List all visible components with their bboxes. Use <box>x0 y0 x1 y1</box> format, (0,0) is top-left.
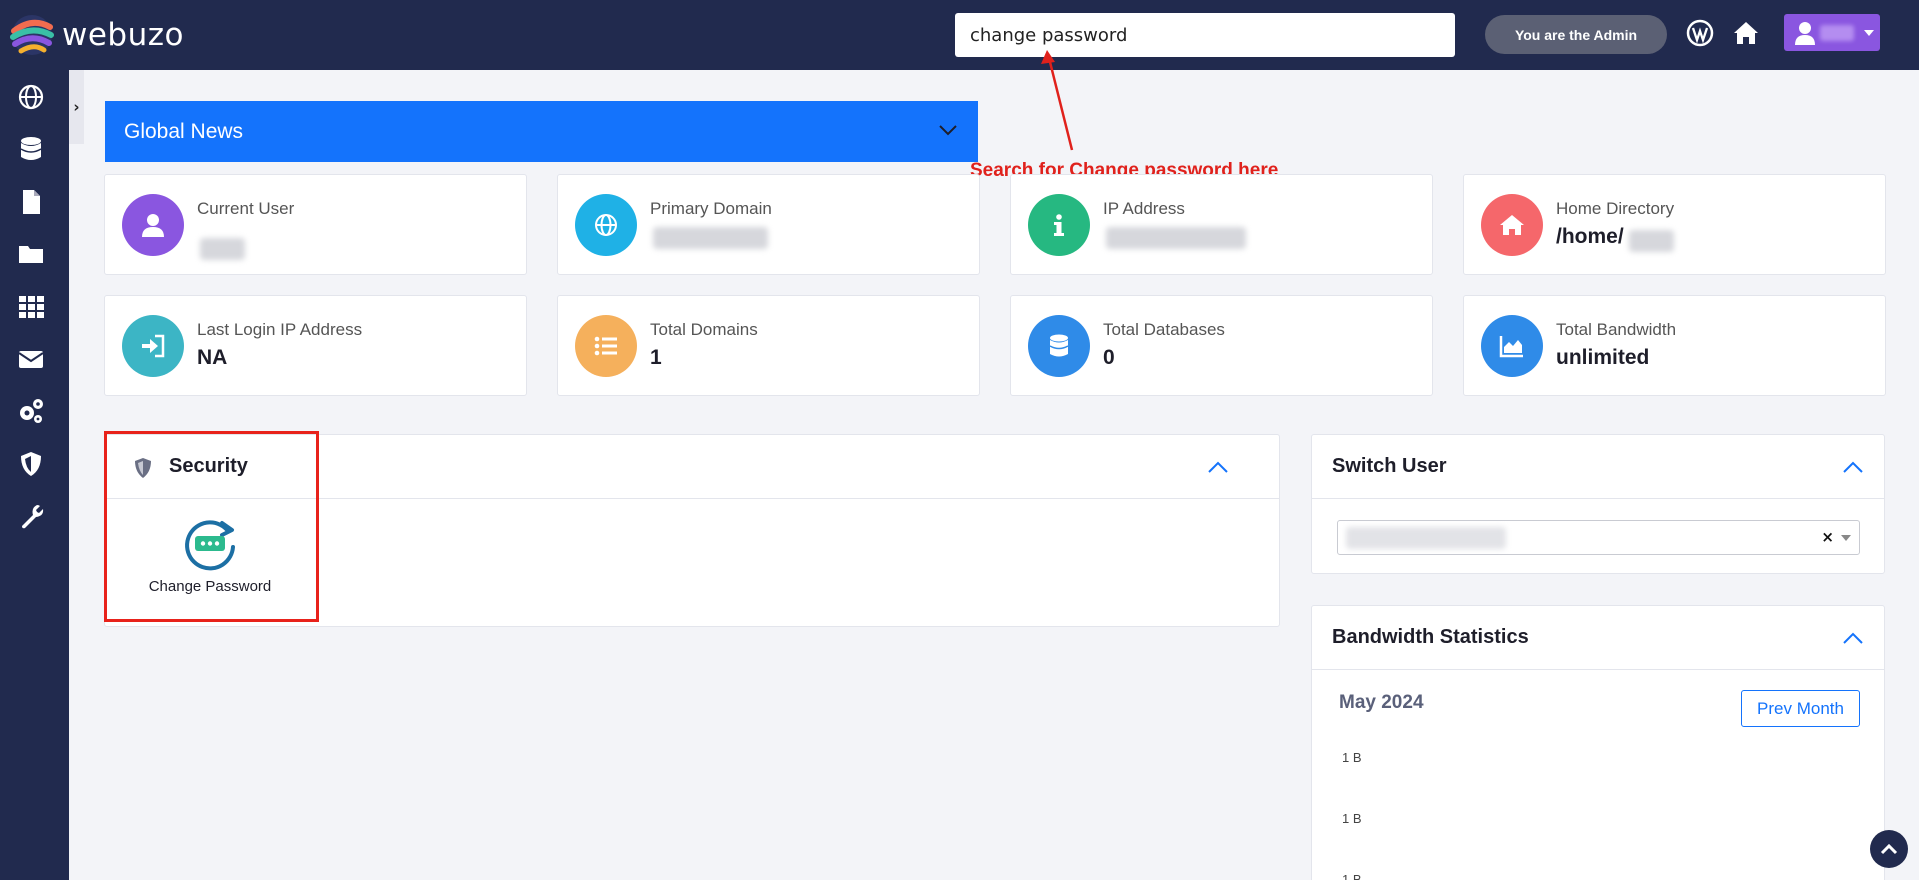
wrench-icon[interactable] <box>17 502 45 530</box>
sidebar-toggle[interactable]: › <box>69 70 84 144</box>
highlight-box <box>104 431 319 622</box>
sign-in-icon <box>122 315 184 377</box>
card-last-login-ip: Last Login IP Address NA <box>104 295 527 396</box>
bandwidth-title: Bandwidth Statistics <box>1332 626 1529 648</box>
home-icon <box>1481 194 1543 256</box>
scroll-to-top-button[interactable] <box>1870 830 1908 868</box>
card-value: /home/ <box>1556 225 1624 248</box>
card-label: IP Address <box>1103 199 1185 218</box>
sidebar <box>0 70 69 880</box>
card-label: Total Databases <box>1103 320 1225 339</box>
list-icon <box>575 315 637 377</box>
switch-user-panel-header[interactable]: Switch User <box>1312 435 1884 499</box>
bandwidth-panel: Bandwidth Statistics <box>1311 605 1885 880</box>
switch-user-title: Switch User <box>1332 455 1447 477</box>
user-menu-button[interactable] <box>1784 14 1880 51</box>
chevron-up-icon <box>1880 843 1898 855</box>
search-input[interactable] <box>955 13 1455 57</box>
card-home-directory: Home Directory /home/ <box>1463 174 1886 275</box>
card-total-bandwidth: Total Bandwidth unlimited <box>1463 295 1886 396</box>
global-news-banner[interactable]: Global News <box>105 101 978 162</box>
wordpress-icon[interactable] <box>1685 18 1715 48</box>
globe-icon <box>575 194 637 256</box>
chevron-down-icon <box>939 125 957 136</box>
admin-badge[interactable]: You are the Admin <box>1485 15 1667 54</box>
y-tick-label: 1 B <box>1342 811 1362 826</box>
database-icon[interactable] <box>17 135 45 163</box>
card-total-databases: Total Databases 0 <box>1010 295 1433 396</box>
clear-selection-icon[interactable]: × <box>1821 528 1834 546</box>
annotation-arrow <box>1041 50 1074 151</box>
card-value: 1 <box>650 346 662 369</box>
bandwidth-panel-header[interactable]: Bandwidth Statistics <box>1312 606 1884 670</box>
card-value: unlimited <box>1556 346 1650 369</box>
file-icon[interactable] <box>17 188 45 216</box>
redacted-value <box>653 227 768 249</box>
redacted-value <box>1106 227 1246 249</box>
user-icon <box>122 194 184 256</box>
y-tick-label: 1 B <box>1342 872 1362 880</box>
redacted-value <box>1629 230 1674 252</box>
chevron-down-icon[interactable] <box>1841 535 1851 541</box>
switch-user-select[interactable]: × <box>1337 520 1860 555</box>
cogs-icon[interactable] <box>17 397 45 425</box>
shield-icon[interactable] <box>17 450 45 478</box>
card-label: Last Login IP Address <box>197 320 363 339</box>
card-label: Primary Domain <box>650 199 772 218</box>
card-value: 0 <box>1103 346 1115 369</box>
database-icon <box>1028 315 1090 377</box>
grid-icon[interactable] <box>17 292 45 320</box>
chevron-up-icon[interactable] <box>1207 460 1229 474</box>
app-name: webuzo <box>62 17 184 53</box>
user-icon <box>1795 22 1815 45</box>
redacted-value <box>1346 527 1506 549</box>
redacted-value <box>200 238 245 260</box>
chevron-up-icon[interactable] <box>1842 631 1864 645</box>
card-primary-domain: Primary Domain <box>557 174 980 275</box>
card-ip-address: IP Address <box>1010 174 1433 275</box>
info-icon <box>1028 194 1090 256</box>
card-total-domains: Total Domains 1 <box>557 295 980 396</box>
mail-icon[interactable] <box>17 345 45 373</box>
home-icon[interactable] <box>1731 18 1761 48</box>
card-label: Total Bandwidth <box>1556 320 1677 339</box>
top-bar: webuzo You are the Admin <box>0 0 1919 70</box>
folder-icon[interactable] <box>17 240 45 268</box>
chevron-down-icon <box>1864 30 1874 36</box>
card-label: Current User <box>197 199 295 218</box>
webuzo-logo[interactable]: webuzo <box>10 13 184 57</box>
card-label: Home Directory <box>1556 199 1675 218</box>
username-redacted <box>1820 25 1854 41</box>
chart-icon <box>1481 315 1543 377</box>
prev-month-button[interactable]: Prev Month <box>1741 690 1860 727</box>
card-current-user: Current User <box>104 174 527 275</box>
global-news-title: Global News <box>124 119 244 143</box>
y-tick-label: 1 B <box>1342 750 1362 765</box>
chevron-up-icon[interactable] <box>1842 460 1864 474</box>
bandwidth-month: May 2024 <box>1339 692 1424 713</box>
webuzo-logo-icon <box>10 15 54 55</box>
card-label: Total Domains <box>650 320 758 339</box>
globe-icon[interactable] <box>17 83 45 111</box>
card-value: NA <box>197 346 228 369</box>
